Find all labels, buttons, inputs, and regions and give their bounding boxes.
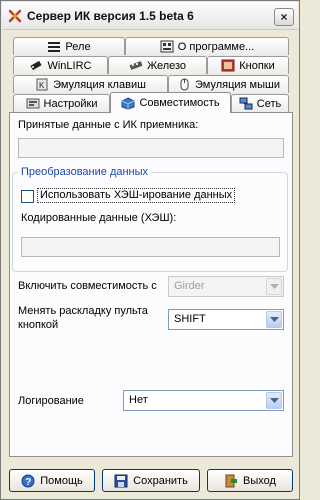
about-icon bbox=[160, 40, 174, 53]
layout-switch-value: SHIFT bbox=[174, 313, 206, 325]
tab-about[interactable]: О программе... bbox=[125, 37, 289, 55]
window-title: Сервер ИК версия 1.5 beta 6 bbox=[27, 9, 194, 23]
title-bar[interactable]: Сервер ИК версия 1.5 beta 6 × bbox=[2, 2, 298, 30]
tab-network[interactable]: Сеть bbox=[231, 94, 289, 112]
tab-label: Эмуляция клавиш bbox=[53, 78, 146, 91]
relay-icon bbox=[48, 42, 61, 52]
hardware-icon bbox=[129, 61, 143, 70]
encoded-data-field[interactable] bbox=[21, 237, 280, 257]
save-icon bbox=[114, 474, 128, 487]
tab-label: Реле bbox=[65, 40, 91, 53]
dropdown-arrow-icon[interactable] bbox=[266, 392, 282, 409]
group-caption: Преобразование данных bbox=[18, 166, 152, 178]
tab-label: Кнопки bbox=[239, 59, 275, 72]
hash-checkbox[interactable] bbox=[21, 190, 34, 203]
tab-key-emulation[interactable]: K Эмуляция клавиш bbox=[13, 75, 168, 93]
network-icon bbox=[239, 97, 253, 110]
help-button-label: Помощь bbox=[40, 474, 83, 487]
tab-buttons[interactable]: Кнопки bbox=[207, 56, 289, 74]
compatibility-select[interactable]: Girder bbox=[168, 276, 284, 297]
tab-winlirc[interactable]: WinLIRC bbox=[13, 56, 108, 74]
help-button[interactable]: ? Помощь bbox=[9, 469, 95, 492]
hash-checkbox-label[interactable]: Использовать ХЭШ-ирование данных bbox=[37, 188, 236, 203]
tab-label: Сеть bbox=[256, 97, 282, 110]
tab-hardware[interactable]: Железо bbox=[108, 56, 207, 74]
keyboard-icon: K bbox=[36, 78, 48, 91]
main-window: Сервер ИК версия 1.5 beta 6 × Реле О про… bbox=[0, 0, 300, 500]
exit-icon bbox=[225, 474, 238, 487]
dropdown-arrow-icon[interactable] bbox=[266, 278, 282, 295]
compatibility-icon bbox=[121, 96, 135, 110]
compatibility-label: Включить совместимость с bbox=[18, 280, 157, 292]
winlirc-icon bbox=[30, 60, 43, 71]
tab-settings[interactable]: Настройки bbox=[13, 94, 110, 112]
exit-button-label: Выход bbox=[243, 474, 276, 487]
help-icon: ? bbox=[21, 474, 35, 488]
tab-label: Настройки bbox=[43, 97, 98, 110]
layout-label-line1: Менять раскладку пульта bbox=[18, 305, 148, 317]
svg-text:K: K bbox=[39, 81, 45, 90]
logging-select[interactable]: Нет bbox=[123, 390, 284, 411]
svg-text:?: ? bbox=[26, 477, 32, 488]
encoded-data-label: Кодированные данные (ХЭШ): bbox=[21, 212, 177, 224]
received-data-label: Принятые данные с ИК приемника: bbox=[18, 119, 199, 131]
save-button-label: Сохранить bbox=[133, 474, 188, 487]
logging-value: Нет bbox=[129, 394, 148, 406]
tab-relay[interactable]: Реле bbox=[13, 37, 125, 55]
logging-label: Логирование bbox=[18, 395, 84, 407]
layout-switch-select[interactable]: SHIFT bbox=[168, 309, 284, 330]
tab-label: Эмуляция мыши bbox=[195, 78, 280, 91]
exit-button[interactable]: Выход bbox=[207, 469, 293, 492]
mouse-icon bbox=[180, 78, 189, 91]
layout-label-line2: кнопкой bbox=[18, 319, 59, 331]
tab-label: О программе... bbox=[177, 40, 255, 53]
save-button[interactable]: Сохранить bbox=[102, 469, 200, 492]
compatibility-value: Girder bbox=[174, 280, 205, 292]
received-data-field[interactable] bbox=[18, 138, 284, 158]
tab-label: WinLIRC bbox=[47, 59, 92, 72]
tab-label: Совместимость bbox=[139, 97, 220, 109]
tab-compatibility[interactable]: Совместимость bbox=[110, 92, 231, 113]
app-icon bbox=[8, 9, 22, 23]
settings-icon bbox=[26, 98, 40, 109]
close-button[interactable]: × bbox=[274, 8, 294, 26]
tab-mouse-emulation[interactable]: Эмуляция мыши bbox=[168, 75, 289, 93]
tab-label: Железо bbox=[146, 59, 187, 72]
buttons-icon bbox=[221, 59, 235, 72]
dropdown-arrow-icon[interactable] bbox=[266, 311, 282, 328]
